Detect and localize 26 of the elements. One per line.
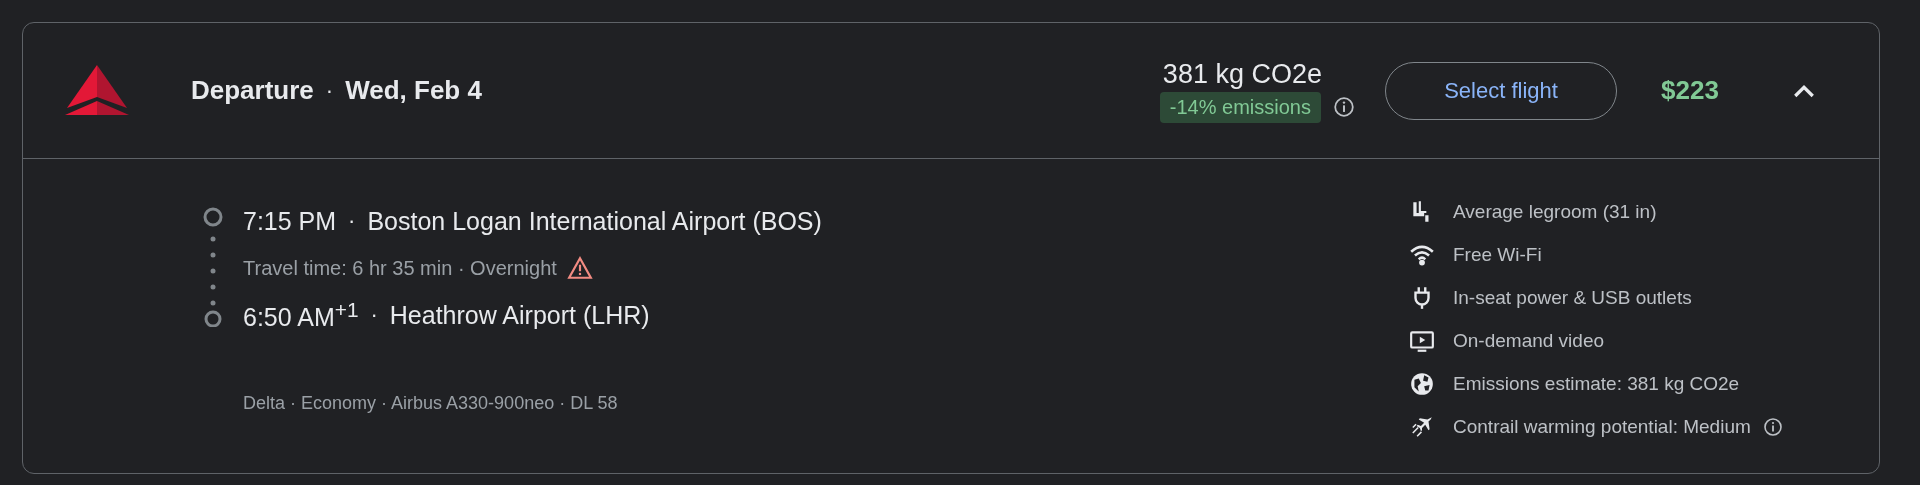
emissions-badge: -14% emissions [1159, 91, 1321, 123]
departure-time: 7:15 PM [243, 206, 337, 236]
amenity-text: In-seat power & USB outlets [1453, 287, 1692, 309]
separator-dot: · [325, 77, 334, 104]
travel-time: Travel time: 6 hr 35 min · Overnight [243, 256, 557, 280]
amenity-text: Average legroom (31 in) [1453, 201, 1657, 223]
emissions-amount: 381 kg CO2e [1162, 58, 1322, 90]
amenity-text: Emissions estimate: 381 kg CO2e [1453, 373, 1740, 395]
departure-airport: Boston Logan International Airport (BOS) [367, 206, 822, 236]
flight-details: Delta · Economy · Airbus A330-900neo · DL 58 [243, 393, 619, 414]
amenity-text: Contrail warming potential: Medium [1453, 416, 1751, 438]
globe-icon [1409, 371, 1435, 397]
video-icon [1409, 328, 1435, 354]
price: $223 [1661, 75, 1720, 106]
amenity-text: On-demand video [1453, 330, 1605, 352]
airplane-icon [1409, 414, 1435, 440]
arrival-time: 6:50 AM$^{+1}$ [243, 297, 359, 333]
separator-dot: · [370, 302, 378, 328]
info-icon[interactable] [1762, 417, 1783, 437]
info-icon[interactable] [1333, 96, 1355, 118]
departure-title: Departure [191, 75, 314, 106]
arrival-airport: Heathrow Airport (LHR) [389, 300, 650, 330]
departure-date: Wed, Feb 4 [345, 75, 482, 106]
triangle-logo-icon [65, 64, 129, 117]
amenity-text: Free Wi-Fi [1453, 244, 1542, 266]
separator-dot: · [348, 208, 356, 234]
